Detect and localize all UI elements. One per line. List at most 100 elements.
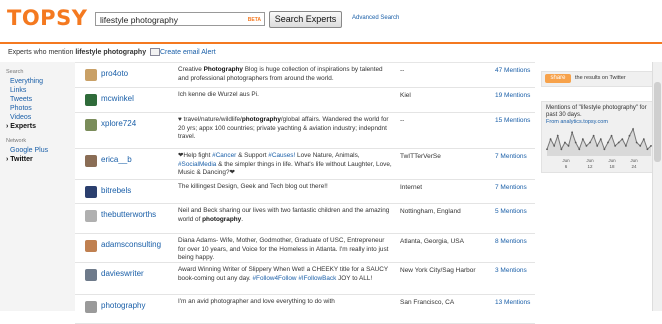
sidebar-item-links[interactable]: Links — [10, 87, 26, 94]
beta-badge: BETA — [247, 17, 261, 23]
user-bio: Neil and Beck sharing our lives with two… — [178, 207, 390, 223]
chart-point — [581, 138, 584, 141]
mentions-chart: Jun6Jun12Jun18Jun24 — [546, 127, 652, 169]
username-link[interactable]: bitrebels — [101, 186, 131, 195]
avatar[interactable] — [85, 240, 97, 252]
chart-point — [628, 134, 631, 137]
chart-point — [624, 144, 627, 147]
user-bio: Award Winning Writer of Slippery When We… — [178, 266, 389, 282]
result-row: adamsconsulting Diana Adams- Wife, Mother… — [75, 233, 535, 263]
result-row: pro4oto Creative Photography Blog is huge… — [75, 62, 535, 88]
email-icon[interactable] — [150, 48, 160, 56]
chart-point — [632, 128, 634, 130]
share-button[interactable]: share — [545, 74, 571, 83]
sidebar-search-heading: Search — [6, 69, 24, 75]
user-location: Kiel — [400, 92, 411, 99]
search-experts-button[interactable]: Search Experts — [269, 11, 342, 28]
username-link[interactable]: photography — [101, 301, 145, 310]
chart-point — [564, 141, 566, 144]
user-location: San Francisco, CA — [400, 299, 455, 306]
username-link[interactable]: davieswriter — [101, 269, 144, 278]
sidebar-item-tweets[interactable]: Tweets — [10, 96, 32, 103]
result-row: mcwinkel Ich kenne die Wurzel aus Pi. Kiel… — [75, 87, 535, 113]
avatar[interactable] — [85, 94, 97, 106]
username-link[interactable]: pro4oto — [101, 69, 128, 78]
chart-point — [614, 144, 617, 147]
chart-tick-label: 12 — [587, 164, 593, 169]
chart-point — [585, 144, 588, 147]
sidebar-item-videos[interactable]: Videos — [10, 114, 31, 121]
chart-point — [646, 148, 649, 151]
analytics-link[interactable]: From analytics.topsy.com — [546, 119, 608, 125]
sidebar-item-google-plus[interactable]: Google Plus — [10, 147, 48, 154]
share-box: share the results on Twitter — [541, 71, 657, 87]
username-link[interactable]: adamsconsulting — [101, 240, 161, 249]
chart-tick-label: Jun — [630, 158, 638, 163]
mentions-link[interactable]: 19 Mentions — [495, 92, 530, 99]
avatar[interactable] — [85, 269, 97, 281]
scrollbar-thumb[interactable] — [654, 82, 661, 162]
result-row: bitrebels The killingest Design, Geek and… — [75, 179, 535, 204]
share-text: the results on Twitter — [575, 75, 626, 81]
result-row: erica__b ❤Help fight #Cancer & Support #C… — [75, 148, 535, 180]
sidebar-item-twitter-label: Twitter — [10, 156, 33, 163]
advanced-search-link[interactable]: Advanced Search — [352, 15, 399, 21]
chart-point — [560, 148, 563, 151]
avatar[interactable] — [85, 155, 97, 167]
user-bio: I'm an avid photographer and love everyt… — [178, 298, 335, 305]
mentions-link[interactable]: 7 Mentions — [495, 153, 527, 160]
mentions-link[interactable]: 7 Mentions — [495, 184, 527, 191]
mentions-chart-box: Mentions of "lifestyle photography" for … — [541, 101, 657, 173]
chart-point — [610, 134, 613, 137]
sidebar-item-twitter[interactable]: › Twitter — [6, 156, 33, 163]
sidebar: Search Everything Links Tweets Photos Vi… — [0, 62, 75, 311]
sidebar-network-heading: Network — [6, 138, 27, 144]
chart-title: Mentions of "lifestyle photography" for … — [546, 105, 647, 118]
chart-point — [642, 138, 645, 141]
mentions-link[interactable]: 5 Mentions — [495, 208, 527, 215]
user-bio: ❤Help fight #Cancer & Support #Causes! L… — [178, 152, 392, 176]
chart-point — [567, 144, 570, 147]
chart-point — [639, 144, 642, 147]
user-location: -- — [400, 117, 405, 124]
avatar[interactable] — [85, 186, 97, 198]
chart-tick-label: Jun — [608, 158, 616, 163]
avatar[interactable] — [85, 301, 97, 313]
chart-point — [621, 138, 624, 141]
chart-point — [599, 138, 602, 141]
chart-point — [607, 141, 609, 144]
avatar[interactable] — [85, 210, 97, 222]
username-link[interactable]: thebutterworths — [101, 210, 156, 219]
topsy-logo[interactable]: TOPSY — [7, 6, 87, 30]
result-row: thebutterworths Neil and Beck sharing our… — [75, 203, 535, 234]
chart-point — [592, 134, 595, 137]
mentions-link[interactable]: 13 Mentions — [495, 299, 530, 306]
results-heading-query: lifestyle photography — [75, 49, 147, 56]
mentions-link[interactable]: 47 Mentions — [495, 67, 530, 74]
sidebar-item-everything[interactable]: Everything — [10, 78, 43, 85]
mentions-link[interactable]: 3 Mentions — [495, 267, 527, 274]
mentions-link[interactable]: 8 Mentions — [495, 238, 527, 245]
sidebar-item-experts[interactable]: › Experts — [6, 123, 36, 130]
avatar[interactable] — [85, 119, 97, 131]
scrollbar[interactable] — [652, 62, 662, 311]
chart-point — [596, 144, 599, 147]
chart-tick-label: 6 — [565, 164, 568, 169]
results-subbar: Experts who mention lifestyle photograph… — [0, 44, 662, 63]
create-email-alert-link[interactable]: Create email Alert — [160, 49, 216, 56]
username-link[interactable]: mcwinkel — [101, 94, 134, 103]
chart-point — [635, 141, 638, 144]
mentions-link[interactable]: 15 Mentions — [495, 117, 530, 124]
user-bio: Diana Adams- Wife, Mother, Godmother, Gr… — [178, 237, 389, 261]
chart-point — [556, 134, 559, 137]
chart-tick-label: Jun — [562, 158, 570, 163]
username-link[interactable]: xplore724 — [101, 119, 136, 128]
sidebar-item-photos[interactable]: Photos — [10, 105, 32, 112]
search-input-value: lifestyle photography — [100, 15, 178, 25]
username-link[interactable]: erica__b — [101, 155, 132, 164]
user-location: Nottingham, England — [400, 208, 461, 215]
avatar[interactable] — [85, 69, 97, 81]
user-bio: The killingest Design, Geek and Tech blo… — [178, 183, 328, 190]
search-input[interactable]: lifestyle photography BETA — [95, 12, 265, 26]
results-list: pro4oto Creative Photography Blog is huge… — [75, 62, 535, 324]
